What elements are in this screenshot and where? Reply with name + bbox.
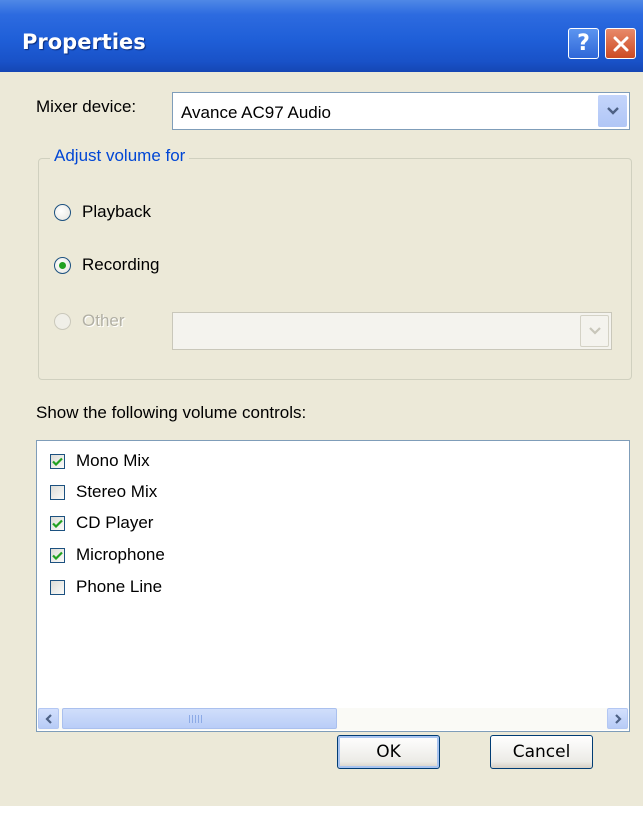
- properties-dialog: Properties ? Mixer device: Avance AC97 A…: [0, 0, 643, 806]
- checkmark-icon: [52, 457, 63, 466]
- ok-button[interactable]: OK: [337, 735, 440, 769]
- other-radio: [54, 313, 71, 330]
- list-item-microphone[interactable]: Microphone: [50, 544, 165, 566]
- scroll-right-button[interactable]: [607, 708, 628, 729]
- phone-line-label: Phone Line: [76, 577, 163, 596]
- cd-player-checkbox[interactable]: [50, 515, 65, 531]
- cancel-button[interactable]: Cancel: [490, 735, 593, 769]
- title-bar[interactable]: Properties ?: [0, 0, 643, 72]
- mono-mix-label: Mono Mix: [76, 451, 150, 470]
- checkmark-icon: [52, 519, 63, 528]
- recording-radio[interactable]: [54, 257, 71, 274]
- dialog-title: Properties: [22, 30, 146, 54]
- cd-player-label: CD Player: [76, 513, 154, 532]
- mixer-device-label: Mixer device:: [36, 97, 137, 116]
- mixer-device-value: Avance AC97 Audio: [181, 103, 331, 122]
- close-button[interactable]: [605, 28, 636, 59]
- chevron-down-icon[interactable]: [598, 95, 627, 127]
- other-label: Other: [82, 311, 125, 330]
- volume-controls-list[interactable]: Mono Mix Stereo Mix CD Player Microphone…: [36, 440, 630, 732]
- playback-label[interactable]: Playback: [82, 202, 151, 222]
- grip-icon: [189, 715, 203, 723]
- list-item-stereo-mix[interactable]: Stereo Mix: [50, 481, 157, 503]
- stereo-mix-label: Stereo Mix: [76, 482, 158, 501]
- chevron-right-icon: [614, 713, 622, 724]
- horizontal-scrollbar[interactable]: [38, 708, 628, 730]
- playback-radio[interactable]: [54, 204, 71, 221]
- volume-controls-label: Show the following volume controls:: [36, 403, 307, 422]
- chevron-down-icon: [580, 315, 609, 347]
- list-item-mono-mix[interactable]: Mono Mix: [50, 450, 150, 472]
- phone-line-checkbox[interactable]: [50, 579, 65, 595]
- chevron-left-icon: [44, 713, 52, 724]
- mono-mix-checkbox[interactable]: [50, 453, 65, 469]
- mixer-device-dropdown[interactable]: Avance AC97 Audio: [172, 92, 630, 130]
- microphone-label: Microphone: [76, 545, 165, 564]
- scroll-left-button[interactable]: [38, 708, 59, 729]
- other-device-dropdown: [172, 312, 612, 350]
- scrollbar-thumb[interactable]: [62, 708, 337, 729]
- help-icon: ?: [577, 31, 590, 56]
- list-item-phone-line[interactable]: Phone Line: [50, 576, 162, 598]
- microphone-checkbox[interactable]: [50, 547, 65, 563]
- adjust-volume-legend: Adjust volume for: [50, 146, 190, 166]
- checkmark-icon: [52, 551, 63, 560]
- recording-label[interactable]: Recording: [82, 255, 160, 275]
- close-icon: [613, 36, 628, 51]
- list-item-cd-player[interactable]: CD Player: [50, 512, 153, 534]
- help-button[interactable]: ?: [568, 28, 599, 59]
- stereo-mix-checkbox[interactable]: [50, 484, 65, 500]
